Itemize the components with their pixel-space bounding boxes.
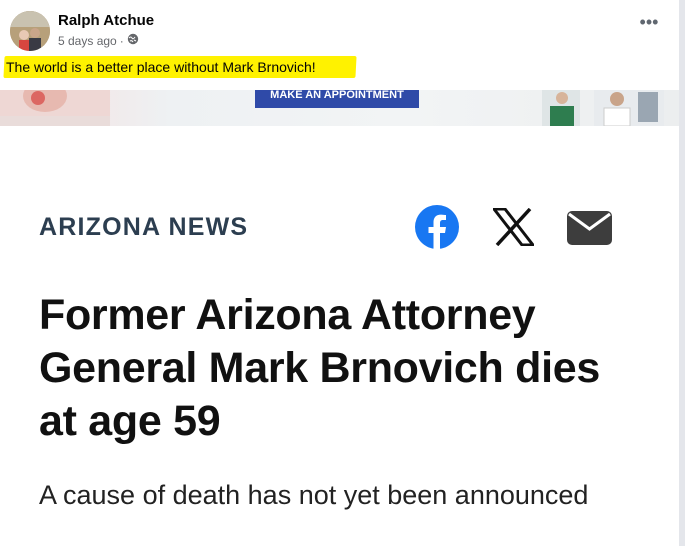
author-name[interactable]: Ralph Atchue	[58, 12, 154, 29]
facebook-icon[interactable]	[415, 205, 459, 249]
meta-separator: ·	[119, 33, 124, 48]
post-header: Ralph Atchue 5 days ago · ••• The world …	[0, 0, 685, 90]
spine-image	[0, 90, 110, 126]
more-options-icon[interactable]: •••	[638, 13, 660, 38]
article-subheadline: A cause of death has not yet been announ…	[39, 480, 589, 510]
doctor-photos	[542, 90, 664, 126]
mail-icon[interactable]	[567, 211, 612, 245]
globe-icon	[127, 33, 139, 48]
post-text: The world is a better place without Mark…	[6, 59, 316, 75]
ad-banner[interactable]: MAKE AN APPOINTMENT	[0, 90, 680, 126]
post-time[interactable]: 5 days ago	[58, 34, 117, 48]
x-icon[interactable]	[493, 208, 534, 246]
post-meta: 5 days ago ·	[58, 33, 139, 48]
avatar[interactable]	[10, 11, 50, 51]
article-headline[interactable]: Former Arizona Attorney General Mark Brn…	[39, 289, 649, 448]
appointment-button[interactable]: MAKE AN APPOINTMENT	[255, 90, 419, 108]
section-label[interactable]: ARIZONA NEWS	[39, 213, 248, 242]
scrollbar-track[interactable]	[679, 0, 685, 546]
